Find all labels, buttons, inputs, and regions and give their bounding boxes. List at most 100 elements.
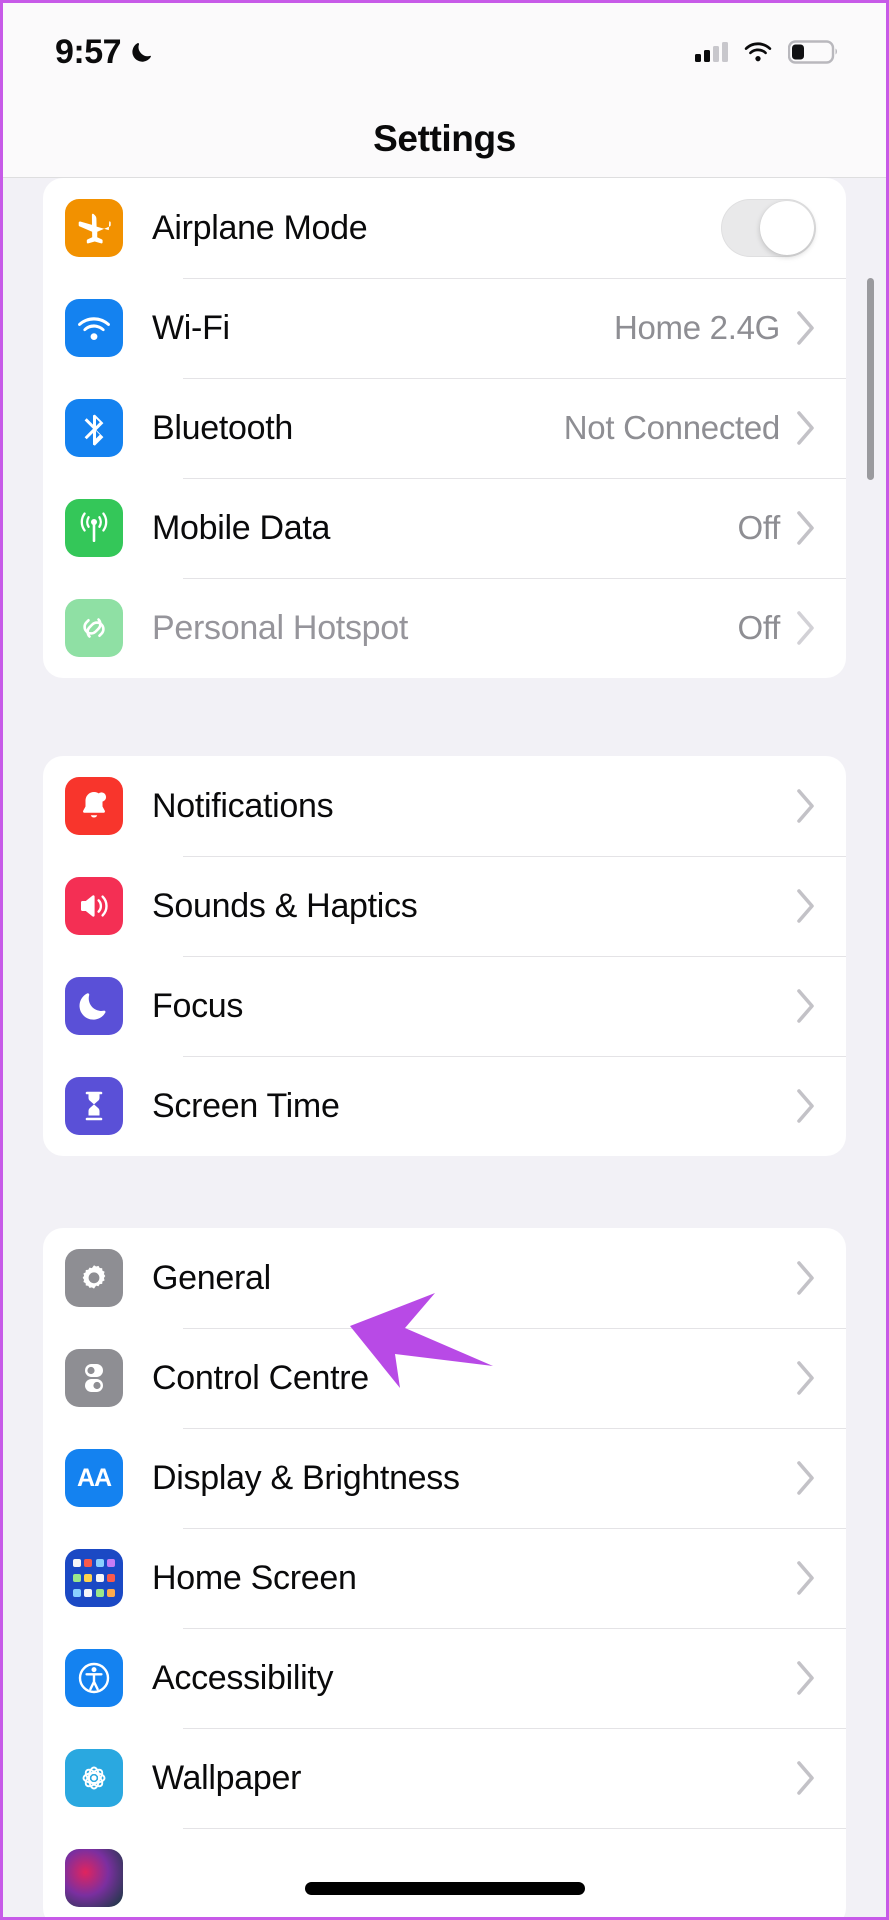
settings-group-connectivity: Airplane Mode Wi-Fi Home 2.4G Bluetooth … [43, 178, 846, 678]
wifi-icon [65, 299, 123, 357]
moon-icon [65, 977, 123, 1035]
settings-row-label: Bluetooth [152, 408, 293, 447]
chevron-right-icon [797, 889, 814, 923]
settings-row-display-brightness[interactable]: AA Display & Brightness [43, 1428, 846, 1528]
row-accessory [796, 1461, 846, 1495]
settings-row-label: Wi-Fi [152, 308, 230, 347]
status-bar: 9:57 [3, 3, 886, 101]
chevron-right-icon [797, 789, 814, 823]
row-value: Home 2.4G [613, 309, 780, 346]
chevron-right-icon [797, 511, 814, 545]
navigation-bar: Settings [3, 101, 886, 178]
row-accessory [796, 889, 846, 923]
speaker-icon [65, 877, 123, 935]
settings-row-label: Sounds & Haptics [152, 886, 418, 925]
status-bar-indicators [695, 39, 840, 65]
row-accessory [796, 989, 846, 1023]
settings-row-label: Screen Time [152, 1086, 340, 1125]
settings-row-screen-time[interactable]: Screen Time [43, 1056, 846, 1156]
settings-row-airplane-mode[interactable]: Airplane Mode [43, 178, 846, 278]
personal-hotspot-icon [65, 599, 123, 657]
settings-row-partial[interactable] [43, 1828, 846, 1917]
settings-row-sounds-haptics[interactable]: Sounds & Haptics [43, 856, 846, 956]
settings-row-label: General [152, 1258, 271, 1297]
siri-icon [65, 1849, 123, 1907]
row-accessory [796, 1661, 846, 1695]
row-accessory: Off [737, 509, 846, 547]
row-accessory: Home 2.4G [614, 309, 846, 347]
settings-row-home-screen[interactable]: Home Screen [43, 1528, 846, 1628]
cellular-signal-icon [695, 42, 728, 62]
chevron-right-icon [797, 1089, 814, 1123]
chevron-right-icon [797, 1561, 814, 1595]
row-accessory [796, 1561, 846, 1595]
settings-row-wifi[interactable]: Wi-Fi Home 2.4G [43, 278, 846, 378]
chevron-right-icon [797, 411, 814, 445]
row-accessory [796, 789, 846, 823]
chevron-right-icon [797, 989, 814, 1023]
row-accessory [796, 1089, 846, 1123]
bell-icon [65, 777, 123, 835]
control-centre-icon [65, 1349, 123, 1407]
settings-row-label: Personal Hotspot [152, 608, 409, 647]
chevron-right-icon [797, 1661, 814, 1695]
chevron-right-icon [797, 311, 814, 345]
settings-row-label: Accessibility [152, 1658, 334, 1697]
settings-row-bluetooth[interactable]: Bluetooth Not Connected [43, 378, 846, 478]
settings-row-label: Wallpaper [152, 1758, 302, 1797]
settings-row-label: Notifications [152, 786, 334, 825]
chevron-right-icon [797, 1261, 814, 1295]
display-icon-text: AA [76, 1463, 112, 1492]
row-value: Off [737, 509, 780, 546]
hourglass-icon [65, 1077, 123, 1135]
settings-row-label: Display & Brightness [152, 1458, 460, 1497]
settings-scroll-view[interactable]: Airplane Mode Wi-Fi Home 2.4G Bluetooth … [3, 178, 886, 1917]
home-indicator [304, 1882, 585, 1895]
chevron-right-icon [797, 611, 814, 645]
phone-screen: 9:57 Settings Airplane Mode Wi-Fi Home 2… [0, 0, 889, 1920]
settings-row-general[interactable]: General [43, 1228, 846, 1328]
row-accessory [796, 1261, 846, 1295]
home-screen-grid-icon [65, 1549, 123, 1607]
mobile-data-icon [65, 499, 123, 557]
page-title: Settings [373, 118, 516, 159]
settings-row-mobile-data[interactable]: Mobile Data Off [43, 478, 846, 578]
row-value: Not Connected [563, 409, 781, 446]
chevron-right-icon [797, 1761, 814, 1795]
settings-row-label: Airplane Mode [152, 208, 368, 247]
settings-row-control-centre[interactable]: Control Centre [43, 1328, 846, 1428]
status-bar-clock: 9:57 [55, 33, 156, 72]
settings-row-accessibility[interactable]: Accessibility [43, 1628, 846, 1728]
settings-row-label: Mobile Data [152, 508, 331, 547]
settings-row-label: Control Centre [152, 1358, 369, 1397]
battery-low-icon [788, 40, 837, 64]
airplane-mode-toggle[interactable] [721, 199, 816, 257]
chevron-right-icon [797, 1361, 814, 1395]
settings-row-label: Home Screen [152, 1558, 357, 1597]
row-value: Off [737, 609, 780, 646]
settings-row-wallpaper[interactable]: Wallpaper [43, 1728, 846, 1828]
chevron-right-icon [797, 1461, 814, 1495]
row-accessory: Off [737, 609, 846, 647]
airplane-icon [65, 199, 123, 257]
display-brightness-icon: AA [65, 1449, 123, 1507]
toggle-knob [760, 201, 814, 255]
settings-group-system: General Control Centre AA Display & Brig… [43, 1228, 846, 1917]
gear-icon [65, 1249, 123, 1307]
wallpaper-flower-icon [65, 1749, 123, 1807]
settings-row-label: Focus [152, 986, 244, 1025]
settings-row-personal-hotspot[interactable]: Personal Hotspot Off [43, 578, 846, 678]
crescent-moon-icon [132, 43, 151, 62]
wifi-icon [744, 42, 772, 62]
settings-row-focus[interactable]: Focus [43, 956, 846, 1056]
row-accessory [796, 1361, 846, 1395]
vertical-scrollbar[interactable] [867, 278, 874, 480]
bluetooth-icon [65, 399, 123, 457]
row-accessory: Not Connected [564, 409, 846, 447]
row-accessory [796, 1761, 846, 1795]
settings-row-notifications[interactable]: Notifications [43, 756, 846, 856]
clock-time: 9:57 [55, 32, 122, 71]
row-accessory [721, 199, 846, 257]
